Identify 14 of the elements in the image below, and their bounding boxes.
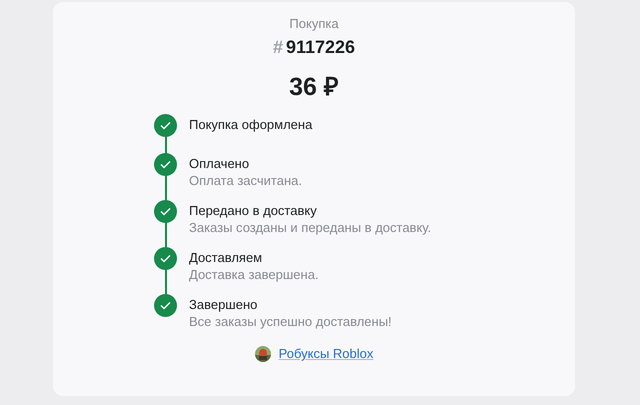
step-description: Доставка завершена. [189,266,319,283]
hash-sign: # [272,36,283,58]
purchase-label: Покупка [288,15,340,33]
step-title: Завершено [189,296,258,313]
step-title: Передано в доставку [189,202,318,219]
step-description: Заказы созданы и переданы в доставку. [189,219,432,236]
price: 36 ₽ [288,72,340,102]
step-description: Оплата засчитана. [189,172,302,189]
step-title: Доставляем [189,249,264,266]
step-title: Покупка оформлена [189,116,312,133]
step-description: Все заказы успешно доставлены! [189,313,392,330]
order-number: 9117226 [286,36,356,58]
step-title: Оплачено [189,155,250,172]
product-link[interactable]: Робуксы Roblox [278,344,374,364]
